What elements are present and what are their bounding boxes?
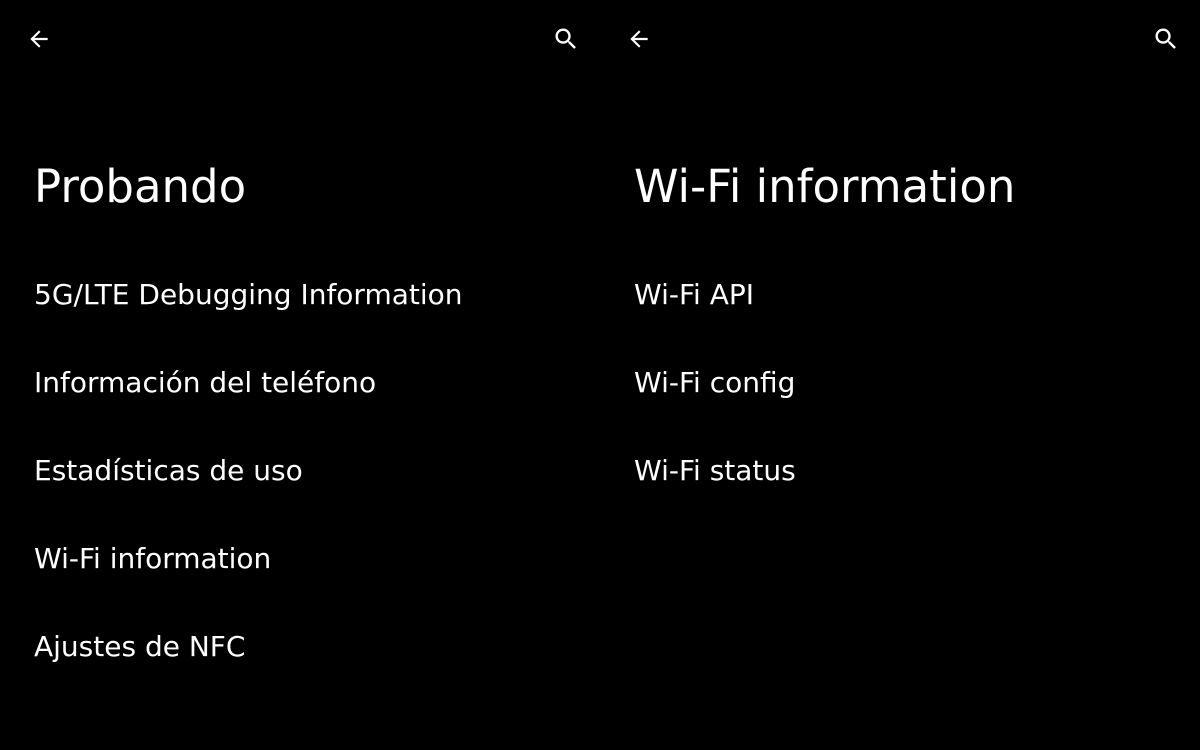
arrow-back-icon [30, 30, 48, 48]
back-button[interactable] [19, 19, 59, 59]
list-item-phone-info[interactable]: Información del teléfono [0, 339, 600, 427]
back-button[interactable] [619, 19, 659, 59]
wifi-information-screen: Wi-Fi information Wi-Fi API Wi-Fi config… [600, 0, 1200, 750]
search-button[interactable] [1146, 19, 1186, 59]
list-item-wifi-status[interactable]: Wi-Fi status [600, 427, 1200, 515]
settings-list: 5G/LTE Debugging Information Información… [0, 251, 600, 691]
page-title: Wi-Fi information [634, 160, 1016, 213]
search-icon [1155, 28, 1176, 49]
arrow-back-icon [630, 30, 648, 48]
list-item-5g-lte-debugging[interactable]: 5G/LTE Debugging Information [0, 251, 600, 339]
probando-screen: Probando 5G/LTE Debugging Information In… [0, 0, 600, 750]
list-item-usage-stats[interactable]: Estadísticas de uso [0, 427, 600, 515]
page-title: Probando [34, 160, 247, 213]
search-icon [555, 28, 576, 49]
list-item-wifi-api[interactable]: Wi-Fi API [600, 251, 1200, 339]
search-button[interactable] [546, 19, 586, 59]
settings-list: Wi-Fi API Wi-Fi config Wi-Fi status [600, 251, 1200, 515]
list-item-nfc-settings[interactable]: Ajustes de NFC [0, 603, 600, 691]
list-item-wifi-config[interactable]: Wi-Fi config [600, 339, 1200, 427]
list-item-wifi-information[interactable]: Wi-Fi information [0, 515, 600, 603]
